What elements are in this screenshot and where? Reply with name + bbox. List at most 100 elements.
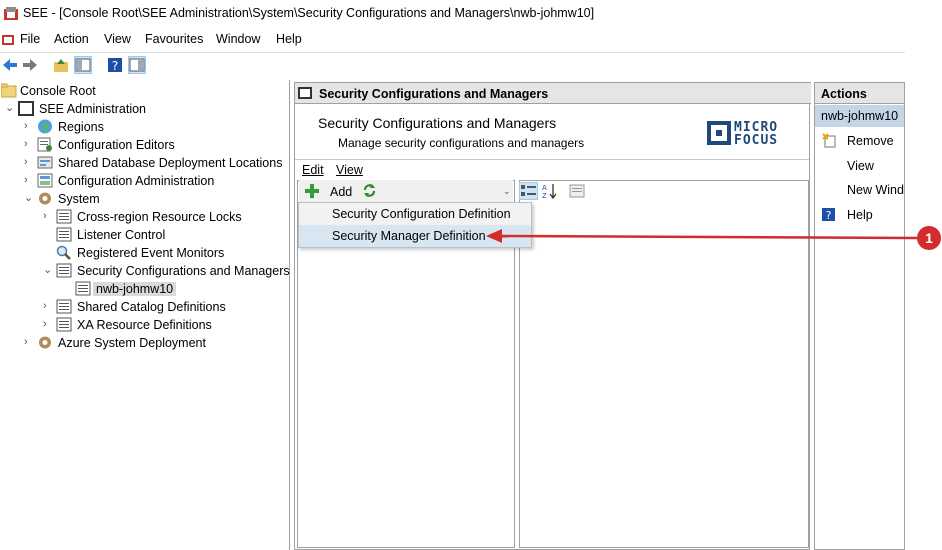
- forward-icon[interactable]: [21, 56, 39, 74]
- add-button[interactable]: Add: [330, 185, 352, 199]
- tree-label: Configuration Administration: [58, 174, 215, 188]
- gear-icon: [39, 336, 51, 349]
- actions-header-title: Actions: [821, 87, 867, 101]
- app-icon: [4, 7, 18, 20]
- property-pages-icon[interactable]: [569, 183, 585, 199]
- tree-label: Shared Database Deployment Locations: [58, 156, 283, 170]
- chevron-right-icon[interactable]: ›: [24, 174, 34, 186]
- chevron-right-icon[interactable]: ›: [24, 336, 34, 348]
- action-pane-icon: [129, 58, 145, 72]
- micro-focus-logo-mark: [707, 121, 731, 145]
- editor-icon: [37, 137, 52, 152]
- banner-subtitle: Manage security configurations and manag…: [338, 136, 585, 150]
- actions-selected-item[interactable]: nwb-johmw10: [815, 105, 904, 127]
- details-menu: Edit View: [295, 159, 809, 179]
- micro-focus-logo: MICRO FOCUS: [707, 119, 799, 148]
- chevron-right-icon[interactable]: ›: [24, 156, 34, 168]
- menu-action[interactable]: Action: [54, 32, 89, 46]
- menu-favourites[interactable]: Favourites: [145, 32, 203, 46]
- magnifier-icon: [56, 245, 71, 260]
- action-label: Remove: [847, 134, 894, 148]
- database-icon: [37, 156, 53, 169]
- tree-label: Shared Catalog Definitions: [77, 300, 226, 314]
- menu-item-security-manager-definition[interactable]: Security Manager Definition: [299, 225, 531, 247]
- list-icon: [56, 317, 72, 332]
- callout-badge: 1: [917, 226, 941, 250]
- action-pane-button[interactable]: [128, 56, 146, 74]
- chevron-down-icon[interactable]: ⌄: [43, 264, 53, 276]
- add-toolbar: Add ⌄: [299, 180, 513, 202]
- refresh-icon[interactable]: [362, 183, 377, 198]
- chevron-right-icon[interactable]: ›: [43, 300, 53, 312]
- details-header-title: Security Configurations and Managers: [319, 87, 549, 101]
- tree-label: System: [58, 192, 100, 206]
- console-tree: Console Root ⌄ SEE Administration › Regi…: [0, 80, 290, 550]
- list-icon: [75, 281, 91, 296]
- console-icon: [298, 87, 312, 99]
- console-icon: [18, 101, 34, 116]
- tree-label: Console Root: [20, 84, 96, 98]
- menu-item-security-configuration-definition[interactable]: Security Configuration Definition: [299, 203, 531, 225]
- tree-label: Registered Event Monitors: [77, 246, 225, 260]
- gear-icon: [39, 192, 51, 205]
- details-banner: Security Configurations and Managers Man…: [295, 105, 809, 157]
- svg-text:A: A: [542, 184, 547, 192]
- add-icon[interactable]: [305, 184, 319, 198]
- action-label: New Windo: [847, 183, 905, 197]
- action-remove[interactable]: Remove: [815, 130, 904, 152]
- globe-icon: [38, 119, 52, 134]
- banner-title: Security Configurations and Managers: [318, 115, 557, 131]
- actions-selected-label: nwb-johmw10: [821, 109, 899, 123]
- svg-text:?: ?: [826, 209, 832, 222]
- chevron-down-icon[interactable]: ⌄: [503, 186, 511, 197]
- chevron-right-icon[interactable]: ›: [43, 210, 53, 222]
- menu-item-label: Security Manager Definition: [332, 229, 486, 243]
- menu-help[interactable]: Help: [276, 32, 302, 46]
- action-new-window[interactable]: New Windo: [815, 179, 905, 201]
- tree-label: Listener Control: [77, 228, 166, 242]
- actions-header: Actions: [815, 82, 904, 104]
- list-icon: [56, 209, 72, 224]
- categorized-icon: [521, 185, 536, 196]
- categorized-button[interactable]: [519, 182, 538, 200]
- system-menu-icon[interactable]: [2, 33, 14, 45]
- action-label: View: [847, 159, 874, 173]
- action-view[interactable]: View: [815, 155, 904, 177]
- chevron-down-icon[interactable]: ⌄: [24, 192, 34, 204]
- menu-item-label: Security Configuration Definition: [332, 207, 511, 221]
- action-help[interactable]: ? Help: [815, 204, 904, 226]
- menu-edit[interactable]: Edit: [302, 163, 324, 177]
- up-folder-icon[interactable]: [52, 56, 70, 74]
- tree-label: Azure System Deployment: [58, 336, 206, 350]
- menu-view-details[interactable]: View: [336, 163, 363, 177]
- help-icon: ?: [822, 208, 835, 222]
- details-header: Security Configurations and Managers: [295, 82, 811, 104]
- back-icon[interactable]: [1, 56, 19, 74]
- chevron-right-icon[interactable]: ›: [43, 318, 53, 330]
- list-icon: [56, 227, 72, 242]
- menu-view[interactable]: View: [104, 32, 131, 46]
- chevron-right-icon[interactable]: ›: [24, 120, 34, 132]
- menu-window[interactable]: Window: [216, 32, 260, 46]
- property-list[interactable]: [519, 180, 809, 548]
- folder-icon: [1, 83, 17, 98]
- details-pane: Security Configurations and Managers Sec…: [294, 82, 811, 550]
- title-bar: SEE - [Console Root\SEE Administration\S…: [0, 0, 942, 28]
- action-label: Help: [847, 208, 873, 222]
- actions-pane: Actions nwb-johmw10 Remove View New Wind…: [814, 82, 905, 550]
- help-icon[interactable]: ?: [106, 56, 124, 74]
- tree-label: Regions: [58, 120, 104, 134]
- show-hide-tree-button[interactable]: [74, 56, 92, 74]
- list-icon: [56, 299, 72, 314]
- tree-label: Cross-region Resource Locks: [77, 210, 242, 224]
- chevron-right-icon[interactable]: ›: [24, 138, 34, 150]
- svg-text:Z: Z: [542, 192, 547, 199]
- chevron-down-icon[interactable]: ⌄: [5, 102, 15, 114]
- sort-alphabetical-icon[interactable]: A Z: [542, 183, 558, 199]
- menu-file[interactable]: File: [20, 32, 40, 46]
- remove-icon: [822, 133, 836, 148]
- property-toolbar: A Z: [519, 180, 599, 202]
- toolbar: ?: [0, 52, 905, 76]
- add-dropdown-menu: Security Configuration Definition Securi…: [298, 202, 532, 248]
- menu-bar: File Action View Favourites Window Help: [0, 30, 905, 50]
